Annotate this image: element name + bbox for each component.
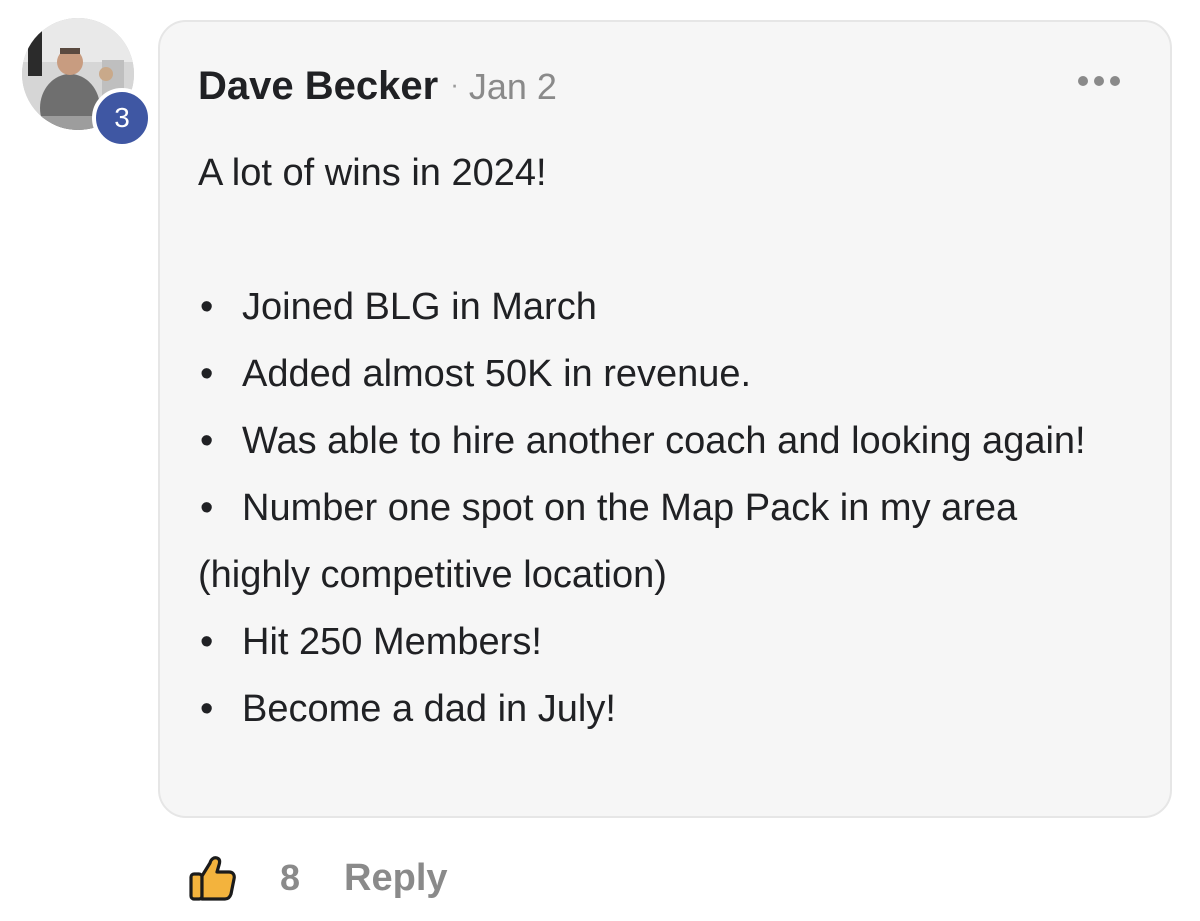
- author-name[interactable]: Dave Becker: [198, 64, 438, 109]
- separator: ·: [450, 69, 459, 99]
- comment-header: Dave Becker · Jan 2: [198, 64, 557, 109]
- level-badge: 3: [92, 88, 152, 148]
- list-item: Number one spot on the Map Pack in my ar…: [198, 475, 1118, 609]
- reply-button[interactable]: Reply: [344, 857, 447, 900]
- list-item: Joined BLG in March: [198, 274, 1118, 341]
- list-item: Added almost 50K in revenue.: [198, 341, 1118, 408]
- comment-date[interactable]: Jan 2: [469, 66, 557, 108]
- comment-intro: A lot of wins in 2024!: [198, 152, 547, 194]
- more-options-dot: [1094, 76, 1104, 86]
- comment-body: A lot of wins in 2024! Joined BLG in Mar…: [198, 140, 1118, 743]
- comment-actions: 8 Reply: [188, 850, 448, 906]
- more-options-dot: [1110, 76, 1120, 86]
- comment-thread: 3 Dave Becker · Jan 2 A lot of wins in 2…: [0, 0, 1200, 921]
- list-item: Become a dad in July!: [198, 676, 1118, 743]
- list-item: Hit 250 Members!: [198, 609, 1118, 676]
- like-count: 8: [280, 857, 301, 898]
- author-avatar-container[interactable]: 3: [22, 18, 152, 148]
- comment-bubble: Dave Becker · Jan 2 A lot of wins in 202…: [158, 20, 1172, 818]
- thumbs-up-icon[interactable]: [188, 853, 238, 903]
- more-options-dot: [1078, 76, 1088, 86]
- list-item: Was able to hire another coach and looki…: [198, 408, 1118, 475]
- more-options-icon[interactable]: [1078, 76, 1120, 86]
